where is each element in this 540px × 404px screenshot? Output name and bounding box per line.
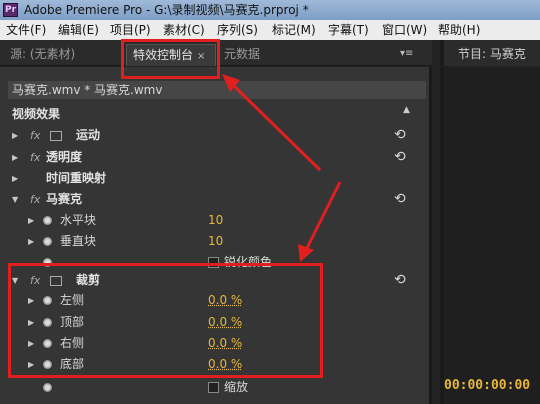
tab-effect-controls[interactable]: 特效控制台 × bbox=[126, 44, 216, 66]
menu-clip[interactable]: 素材(C) bbox=[163, 20, 205, 40]
stopwatch-icon[interactable] bbox=[43, 360, 52, 369]
effect-row-crop[interactable]: ▼ fx 裁剪 ⟲ bbox=[0, 270, 428, 291]
tab-program[interactable]: 节目: 马赛克 bbox=[452, 44, 526, 66]
menu-window[interactable]: 窗口(W) bbox=[382, 20, 427, 40]
effect-row-motion[interactable]: ▶ fx 运动 ⟲ bbox=[0, 125, 428, 146]
transform-box-icon[interactable] bbox=[50, 276, 62, 286]
video-effects-label: 视频效果 bbox=[12, 107, 61, 121]
program-monitor bbox=[440, 67, 540, 404]
fx-icon[interactable]: fx bbox=[30, 147, 40, 168]
menu-help[interactable]: 帮助(H) bbox=[438, 20, 480, 40]
sharpen-colors-checkbox[interactable] bbox=[208, 257, 219, 268]
param-row: 缩放 bbox=[0, 377, 428, 398]
expand-triangle-icon[interactable]: ▶ bbox=[12, 147, 18, 168]
premiere-app-icon: Pr bbox=[3, 3, 18, 17]
expand-triangle-icon[interactable]: ▶ bbox=[28, 290, 34, 311]
stopwatch-icon[interactable] bbox=[43, 296, 52, 305]
menu-marker[interactable]: 标记(M) bbox=[272, 20, 316, 40]
crop-right-label: 右侧 bbox=[60, 336, 85, 350]
expand-triangle-icon[interactable]: ▶ bbox=[28, 333, 34, 354]
clip-name-bar: 马赛克.wmv * 马赛克.wmv bbox=[8, 81, 426, 99]
param-row: ▶ 水平块 10 bbox=[0, 210, 428, 231]
menu-sequence[interactable]: 序列(S) bbox=[217, 20, 258, 40]
fx-icon[interactable]: fx bbox=[30, 125, 40, 146]
video-effects-header: 视频效果 bbox=[0, 104, 428, 125]
stopwatch-icon[interactable] bbox=[43, 258, 52, 267]
tab-source[interactable]: 源: (无素材) bbox=[4, 44, 75, 66]
program-timecode[interactable]: 00:00:00:00 bbox=[444, 378, 530, 393]
tab-source-label: 源: (无素材) bbox=[10, 47, 76, 61]
tab-metadata-label: 元数据 bbox=[224, 47, 261, 61]
tab-effect-controls-label: 特效控制台 bbox=[133, 48, 194, 62]
param-row: ▶ 右侧 0.0 % bbox=[0, 333, 428, 354]
vertical-blocks-value[interactable]: 10 bbox=[208, 231, 223, 252]
motion-label: 运动 bbox=[76, 128, 101, 142]
param-row: ▶ 顶部 0.0 % bbox=[0, 312, 428, 333]
tab-program-label: 节目: 马赛克 bbox=[458, 47, 526, 61]
close-icon[interactable]: × bbox=[197, 51, 205, 62]
expand-triangle-icon[interactable]: ▶ bbox=[28, 354, 34, 375]
expand-triangle-icon[interactable]: ▶ bbox=[28, 231, 34, 252]
stopwatch-icon[interactable] bbox=[43, 339, 52, 348]
window-title: Adobe Premiere Pro - G:\录制视频\马赛克.prproj … bbox=[24, 3, 309, 17]
panel-menu-icon[interactable]: ▾≡ bbox=[400, 48, 413, 59]
expand-triangle-icon[interactable]: ▶ bbox=[12, 125, 18, 146]
fx-icon[interactable]: fx bbox=[30, 270, 40, 291]
program-tab-bar: 节目: 马赛克 bbox=[440, 40, 540, 66]
reset-icon[interactable]: ⟲ bbox=[394, 147, 406, 168]
stopwatch-icon[interactable] bbox=[43, 383, 52, 392]
stopwatch-icon[interactable] bbox=[43, 318, 52, 327]
menu-edit[interactable]: 编辑(E) bbox=[58, 20, 99, 40]
crop-left-value[interactable]: 0.0 % bbox=[208, 290, 242, 311]
crop-bottom-value[interactable]: 0.0 % bbox=[208, 354, 242, 375]
crop-left-label: 左侧 bbox=[60, 293, 85, 307]
crop-top-label: 顶部 bbox=[60, 315, 85, 329]
crop-top-value[interactable]: 0.0 % bbox=[208, 312, 242, 333]
reset-icon[interactable]: ⟲ bbox=[394, 189, 406, 210]
horizontal-blocks-label: 水平块 bbox=[60, 213, 97, 227]
crop-bottom-label: 底部 bbox=[60, 357, 85, 371]
panel-tab-bar: 源: (无素材) 特效控制台 × 元数据 ▾≡ bbox=[0, 40, 432, 66]
menu-project[interactable]: 项目(P) bbox=[110, 20, 151, 40]
title-bar: Pr Adobe Premiere Pro - G:\录制视频\马赛克.prpr… bbox=[0, 0, 540, 20]
crop-label: 裁剪 bbox=[76, 273, 101, 287]
stopwatch-icon[interactable] bbox=[43, 237, 52, 246]
effect-row-time-remap[interactable]: ▶ 时间重映射 bbox=[0, 168, 428, 189]
stopwatch-icon[interactable] bbox=[43, 216, 52, 225]
mosaic-label: 马赛克 bbox=[46, 192, 83, 206]
expand-triangle-icon[interactable]: ▶ bbox=[28, 210, 34, 231]
vertical-blocks-label: 垂直块 bbox=[60, 234, 97, 248]
tab-metadata[interactable]: 元数据 bbox=[218, 44, 260, 66]
expand-triangle-icon[interactable]: ▶ bbox=[28, 312, 34, 333]
effect-row-opacity[interactable]: ▶ fx 透明度 ⟲ bbox=[0, 147, 428, 168]
crop-right-value[interactable]: 0.0 % bbox=[208, 333, 242, 354]
effect-row-mosaic[interactable]: ▼ fx 马赛克 ⟲ bbox=[0, 189, 428, 210]
menu-bar: 文件(F) 编辑(E) 项目(P) 素材(C) 序列(S) 标记(M) 字幕(T… bbox=[0, 20, 540, 40]
param-row: ▶ 底部 0.0 % bbox=[0, 354, 428, 375]
zoom-label: 缩放 bbox=[224, 380, 249, 394]
menu-title[interactable]: 字幕(T) bbox=[328, 20, 369, 40]
param-row: ▶ 左侧 0.0 % bbox=[0, 290, 428, 311]
menu-file[interactable]: 文件(F) bbox=[6, 20, 46, 40]
param-row: ▶ 垂直块 10 bbox=[0, 231, 428, 252]
horizontal-blocks-value[interactable]: 10 bbox=[208, 210, 223, 231]
transform-box-icon[interactable] bbox=[50, 131, 62, 141]
collapse-triangle-icon[interactable]: ▼ bbox=[12, 189, 18, 210]
reset-icon[interactable]: ⟲ bbox=[394, 270, 406, 291]
expand-triangle-icon[interactable]: ▶ bbox=[12, 168, 18, 189]
opacity-label: 透明度 bbox=[46, 150, 83, 164]
zoom-checkbox[interactable] bbox=[208, 382, 219, 393]
collapse-triangle-icon[interactable]: ▼ bbox=[12, 270, 18, 291]
time-remap-label: 时间重映射 bbox=[46, 171, 107, 185]
effect-controls-panel: 马赛克.wmv * 马赛克.wmv ▲ 视频效果 ▶ fx 运动 ⟲ ▶ fx … bbox=[0, 67, 432, 404]
fx-icon[interactable]: fx bbox=[30, 189, 40, 210]
reset-icon[interactable]: ⟲ bbox=[394, 125, 406, 146]
